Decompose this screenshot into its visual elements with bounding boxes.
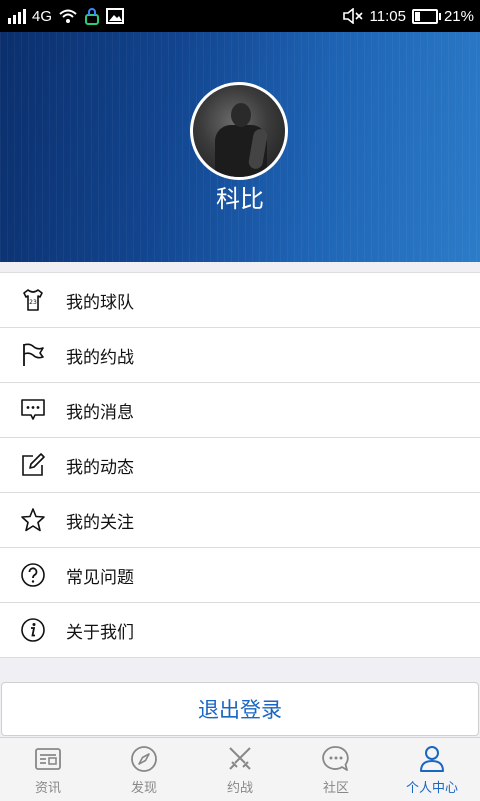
- battery-icon: [411, 8, 441, 24]
- tab-community[interactable]: 社区: [288, 738, 384, 801]
- clock: 11:05: [369, 7, 406, 25]
- menu-item-label: 我的球队: [66, 292, 134, 313]
- person-icon: [420, 746, 444, 772]
- message-icon: [21, 399, 45, 420]
- news-icon: [35, 748, 61, 770]
- tab-challenge[interactable]: 约战: [192, 738, 288, 801]
- info-icon: [21, 618, 45, 642]
- edit-icon: [22, 453, 45, 476]
- question-icon: [21, 563, 45, 587]
- menu-item-my-posts[interactable]: 我的动态: [0, 438, 480, 493]
- star-icon: [21, 508, 45, 532]
- menu-item-label: 我的约战: [66, 347, 134, 368]
- battery-percent: 21%: [443, 7, 474, 25]
- tab-label: 个人中心: [405, 781, 458, 796]
- profile-header: 科比: [0, 32, 480, 262]
- logout-button[interactable]: 退出登录: [1, 682, 479, 736]
- username[interactable]: 科比: [0, 179, 480, 214]
- menu-item-about-us[interactable]: 关于我们: [0, 603, 480, 658]
- menu-item-my-follows[interactable]: 我的关注: [0, 493, 480, 548]
- signal-icon: [8, 9, 26, 24]
- battery-level: [414, 11, 420, 21]
- menu-item-my-challenges[interactable]: 我的约战: [0, 328, 480, 383]
- chat-icon: [322, 746, 349, 771]
- menu-item-label: 我的动态: [66, 457, 134, 478]
- image-notification-icon: [106, 8, 125, 24]
- flag-icon: [23, 343, 44, 366]
- svg-text:23: 23: [29, 299, 37, 306]
- wifi-icon: [59, 9, 77, 23]
- menu-item-label: 关于我们: [66, 622, 134, 643]
- swords-icon: [229, 747, 251, 770]
- jersey-icon: 23: [23, 289, 43, 311]
- tab-news[interactable]: 资讯: [0, 738, 96, 801]
- lock-notification-icon: [85, 8, 100, 25]
- menu-item-label: 我的关注: [66, 512, 134, 533]
- network-type: 4G: [32, 7, 53, 25]
- mute-icon: [342, 8, 363, 24]
- menu-list: 23 我的球队 我的约战 我的消息 我的动态 我的关注 常见问题 关于我们: [0, 272, 480, 658]
- tab-label: 约战: [226, 781, 253, 796]
- menu-item-label: 我的消息: [66, 402, 134, 423]
- tab-label: 资讯: [34, 781, 61, 796]
- bottom-tab-bar: 资讯 发现 约战 社区 个人中心: [0, 737, 480, 801]
- compass-icon: [131, 746, 157, 772]
- menu-item-faq[interactable]: 常见问题: [0, 548, 480, 603]
- tab-discover[interactable]: 发现: [96, 738, 192, 801]
- menu-item-label: 常见问题: [66, 567, 134, 588]
- tab-profile[interactable]: 个人中心: [384, 738, 480, 801]
- menu-item-my-team[interactable]: 23 我的球队: [0, 273, 480, 328]
- tab-label: 发现: [130, 781, 157, 796]
- tab-label: 社区: [322, 781, 349, 796]
- status-bar: 4G 11:05 21%: [0, 0, 480, 32]
- avatar[interactable]: [190, 82, 288, 180]
- menu-item-my-messages[interactable]: 我的消息: [0, 383, 480, 438]
